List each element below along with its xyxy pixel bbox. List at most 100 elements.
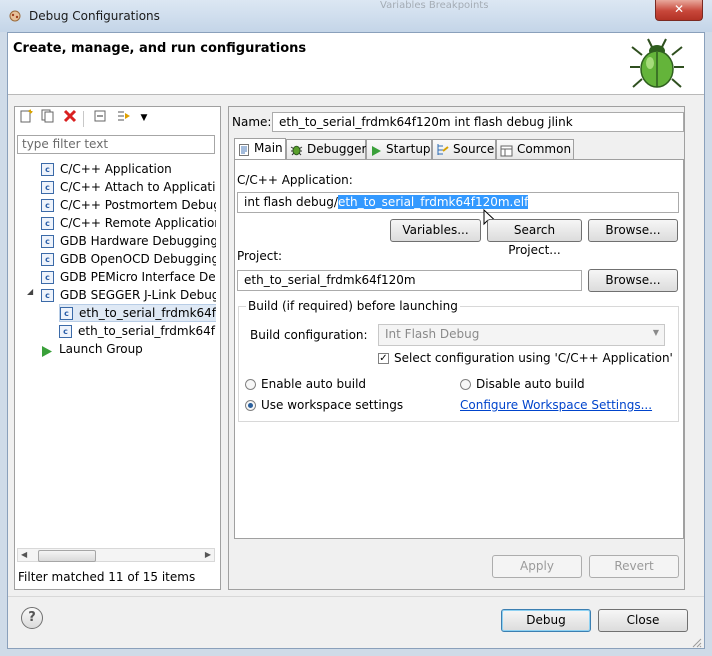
close-button[interactable]: Close	[598, 609, 688, 632]
use-workspace-settings-radio[interactable]: Use workspace settings	[245, 398, 403, 412]
debug-beetle-icon	[628, 37, 686, 93]
tree-item-label: eth_to_serial_frdmk64f120m int flash rel…	[78, 324, 216, 338]
tab-source[interactable]: Source	[432, 139, 496, 159]
c-app-icon: c	[41, 217, 54, 230]
duplicate-config-icon[interactable]	[39, 109, 57, 127]
project-input[interactable]: eth_to_serial_frdmk64f120m	[237, 270, 582, 291]
disable-auto-build-radio[interactable]: Disable auto build	[460, 377, 585, 391]
c-app-icon: c	[59, 325, 72, 338]
tab-label: Common	[517, 142, 572, 156]
launch-group-icon	[41, 344, 53, 357]
help-button[interactable]: ?	[21, 607, 43, 629]
c-app-icon: c	[60, 307, 73, 320]
common-icon	[500, 144, 513, 156]
configure-workspace-settings-link[interactable]: Configure Workspace Settings...	[460, 398, 652, 412]
window-close-button[interactable]: ✕	[655, 0, 703, 21]
build-configuration-label: Build configuration:	[250, 328, 368, 342]
tab-common[interactable]: Common	[496, 139, 574, 159]
browse-project-button[interactable]: Browse...	[588, 269, 678, 292]
tree-item-label: C/C++ Application	[60, 162, 172, 176]
c-app-icon: c	[41, 235, 54, 248]
browse-application-button[interactable]: Browse...	[588, 219, 678, 242]
cpp-application-input[interactable]: int flash debug/eth_to_serial_frdmk64f12…	[237, 192, 679, 213]
collapse-all-icon[interactable]	[91, 109, 109, 127]
filter-dropdown-chevron-icon[interactable]: ▼	[135, 109, 153, 127]
tree-horizontal-scrollbar[interactable]: ◀ ▶	[17, 548, 215, 562]
scrollbar-thumb[interactable]	[38, 550, 96, 562]
tree-item-label: eth_to_serial_frdmk64f120m int flash deb…	[79, 306, 216, 320]
app-bug-icon	[8, 8, 22, 22]
app-path-selected: eth_to_serial_frdmk64f120m.elf	[337, 195, 529, 209]
tree-item-cpp-application[interactable]: c C/C++ Application	[41, 160, 172, 178]
debug-button[interactable]: Debug	[501, 609, 591, 632]
tree-item-launch-group[interactable]: Launch Group	[41, 340, 143, 358]
tree-item-gdb-openocd[interactable]: c GDB OpenOCD Debugging	[41, 250, 216, 268]
help-icon: ?	[28, 610, 36, 625]
radio-selected-icon	[245, 400, 256, 411]
tree-item-label: Launch Group	[59, 342, 143, 356]
tree-item-gdb-pemicro[interactable]: c GDB PEMicro Interface Debugging	[41, 268, 216, 286]
tree-item-label: C/C++ Postmortem Debugger	[60, 198, 216, 212]
tree-item-jlink-release-config[interactable]: c eth_to_serial_frdmk64f120m int flash re…	[59, 322, 216, 340]
tab-main[interactable]: Main	[234, 138, 286, 160]
tree-item-label: C/C++ Remote Application	[60, 216, 216, 230]
c-app-icon: c	[41, 271, 54, 284]
header-title: Create, manage, and run configurations	[13, 41, 307, 56]
checkbox-checked-icon: ✓	[378, 353, 389, 364]
build-configuration-value: Int Flash Debug	[385, 327, 480, 341]
select-configuration-checkbox[interactable]: ✓ Select configuration using 'C/C++ Appli…	[378, 351, 673, 365]
tab-label: Debugger	[307, 142, 367, 156]
search-project-button[interactable]: Search Project...	[487, 219, 582, 257]
radio-unselected-icon	[460, 379, 471, 390]
tree-item-gdb-segger-jlink[interactable]: c GDB SEGGER J-Link Debugging	[41, 286, 216, 304]
resize-grip-icon[interactable]	[690, 636, 702, 648]
tab-label: Main	[254, 141, 283, 155]
build-configuration-select[interactable]: Int Flash Debug ▼	[378, 324, 665, 346]
checkbox-label: Select configuration using 'C/C++ Applic…	[394, 351, 673, 365]
new-config-icon[interactable]	[17, 109, 35, 127]
variables-button[interactable]: Variables...	[390, 219, 481, 242]
revert-button[interactable]: Revert	[589, 555, 679, 578]
name-label: Name:	[232, 115, 272, 129]
tree-item-cpp-remote[interactable]: c C/C++ Remote Application	[41, 214, 216, 232]
enable-auto-build-radio[interactable]: Enable auto build	[245, 377, 366, 391]
name-input[interactable]: eth_to_serial_frdmk64f120m int flash deb…	[272, 112, 684, 132]
c-app-icon: c	[41, 289, 54, 302]
radio-unselected-icon	[245, 379, 256, 390]
tree-item-label: GDB PEMicro Interface Debugging	[60, 270, 216, 284]
title-bar[interactable]: Debug Configurations Variables Breakpoin…	[0, 0, 712, 32]
cpp-application-label: C/C++ Application:	[237, 173, 353, 187]
tab-debugger[interactable]: Debugger	[286, 139, 366, 159]
window-title: Debug Configurations	[29, 9, 160, 23]
expanded-arrow-icon: ◢	[27, 287, 34, 296]
toolbar-separator	[83, 111, 84, 127]
tree-item-label: GDB SEGGER J-Link Debugging	[60, 288, 216, 302]
tab-startup[interactable]: Startup	[366, 139, 432, 159]
apply-button[interactable]: Apply	[492, 555, 582, 578]
scroll-left-arrow-icon[interactable]: ◀	[21, 549, 27, 561]
dialog-header: Create, manage, and run configurations	[8, 33, 704, 95]
bug-icon	[290, 143, 303, 156]
tab-label: Startup	[386, 142, 431, 156]
tree-item-cpp-postmortem[interactable]: c C/C++ Postmortem Debugger	[41, 196, 216, 214]
filter-input[interactable]: type filter text	[17, 135, 215, 154]
background-window-text: Variables Breakpoints	[380, 0, 489, 11]
tree-item-label: GDB Hardware Debugging	[60, 234, 216, 248]
left-toolbar: ▼	[17, 109, 217, 129]
tree-item-cpp-attach[interactable]: c C/C++ Attach to Application	[41, 178, 216, 196]
delete-config-icon[interactable]	[61, 109, 79, 127]
tree-item-jlink-debug-config[interactable]: c eth_to_serial_frdmk64f120m int flash de…	[59, 304, 216, 322]
configuration-tree: c C/C++ Application c C/C++ Attach to Appl…	[15, 159, 216, 545]
c-app-icon: c	[41, 181, 54, 194]
tab-label: Source	[453, 142, 495, 156]
main-tab-icon	[238, 143, 250, 156]
tree-item-label: C/C++ Attach to Application	[60, 180, 216, 194]
tree-item-label: GDB OpenOCD Debugging	[60, 252, 216, 266]
scroll-right-arrow-icon[interactable]: ▶	[205, 549, 211, 561]
radio-label: Use workspace settings	[261, 398, 404, 412]
dialog-bottom-separator	[8, 596, 704, 597]
chevron-down-icon: ▼	[652, 328, 659, 337]
tree-item-gdb-hardware[interactable]: c GDB Hardware Debugging	[41, 232, 216, 250]
radio-label: Enable auto build	[261, 377, 367, 391]
filter-icon[interactable]	[115, 109, 133, 127]
